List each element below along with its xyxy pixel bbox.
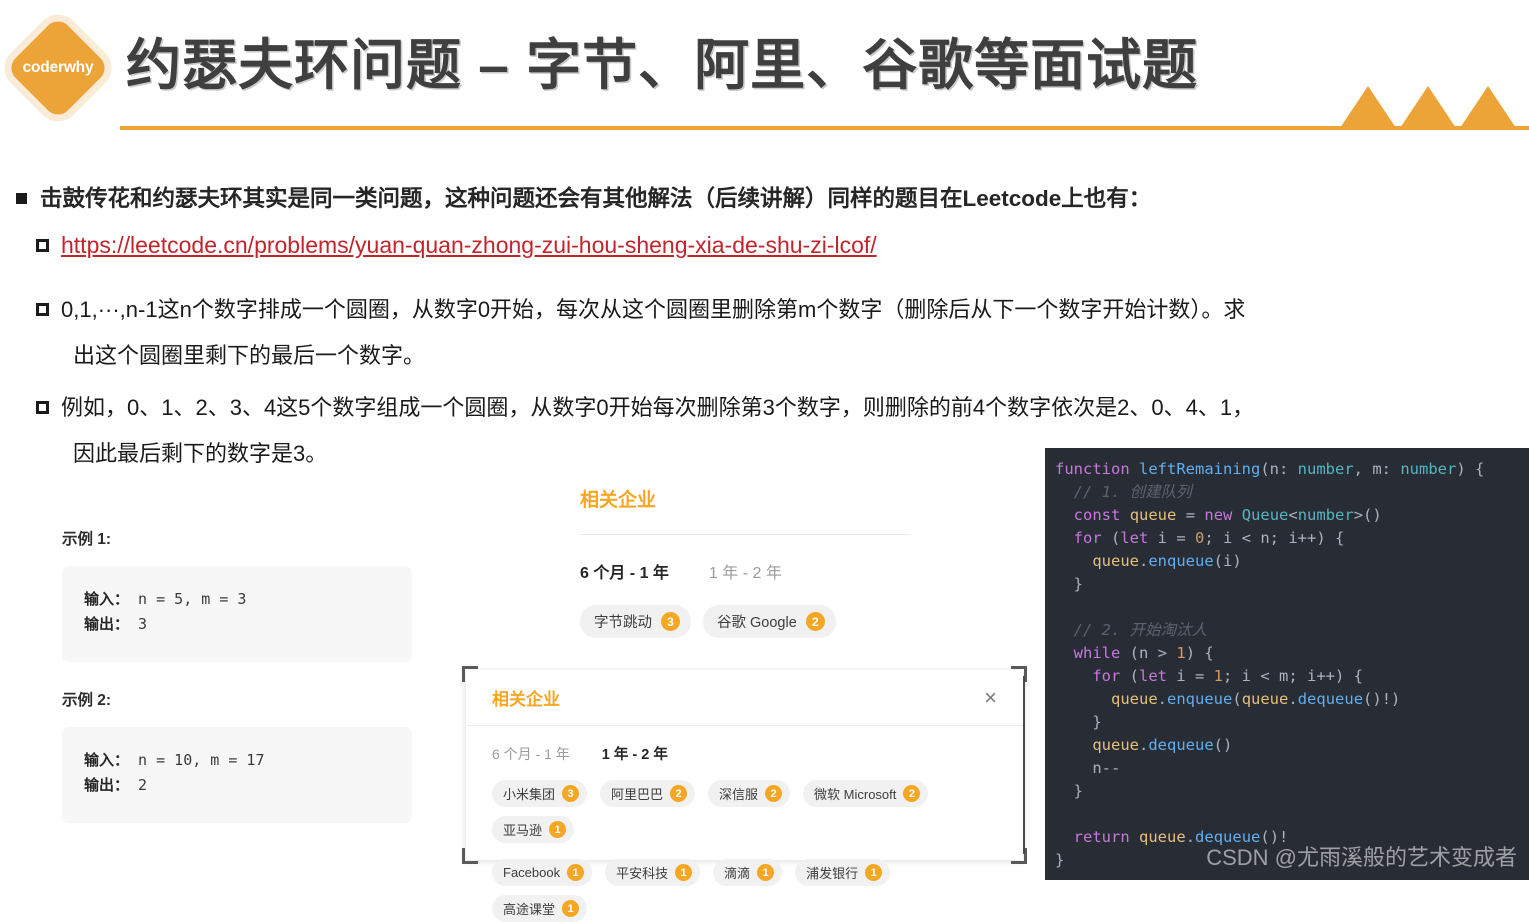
company-name: 字节跳动: [594, 615, 652, 631]
modal-company-tag-row-1: 小米集团 3 阿里巴巴 2 深信服 2 微软 Microsoft 2 亚马逊 1: [492, 780, 997, 843]
example-1-input-value: n = 5, m = 3: [129, 590, 247, 608]
corner-marker-bottom-left: [462, 848, 478, 864]
company-name: 滴滴: [724, 866, 751, 881]
coderwhy-logo: coderwhy: [5, 15, 111, 121]
example-2-output-label: 输出：: [84, 777, 130, 794]
modal-body: 6 个月 - 1 年 1 年 - 2 年 小米集团 3 阿里巴巴 2 深信服 2 微软…: [466, 726, 1023, 922]
modal-title: 相关企业: [492, 690, 560, 709]
company-count-badge: 1: [865, 864, 883, 881]
company-name: 平安科技: [616, 866, 669, 881]
page-title: 约瑟夫环问题 – 字节、阿里、谷歌等面试题: [126, 34, 1199, 96]
example-1-output-label: 输出：: [84, 616, 130, 633]
bullet-paragraph-1: 0,1,···,n-1这n个数字排成一个圆圈，从数字0开始，每次从这个圆圈里删除…: [36, 287, 1516, 379]
company-tag-list: 字节跳动 3 谷歌 Google 2: [580, 605, 910, 638]
company-tag[interactable]: 浦发银行 1: [795, 859, 891, 886]
company-tag[interactable]: 小米集团 3: [492, 780, 588, 807]
company-count-badge: 2: [670, 785, 688, 802]
company-name: Facebook: [503, 865, 561, 880]
example-1-output-value: 3: [129, 615, 148, 633]
hollow-square-bullet-icon: [36, 239, 49, 252]
square-bullet-icon: [16, 193, 27, 204]
company-tag[interactable]: 阿里巴巴 2: [600, 780, 696, 807]
company-name: 微软 Microsoft: [814, 787, 897, 802]
related-companies-modal: 相关企业 × 6 个月 - 1 年 1 年 - 2 年 小米集团 3 阿里巴巴 2 …: [462, 666, 1027, 922]
company-name: 阿里巴巴: [611, 787, 664, 802]
slide-header: coderwhy 约瑟夫环问题 – 字节、阿里、谷歌等面试题: [0, 0, 1529, 140]
company-count-badge: 3: [661, 612, 680, 631]
related-companies-panel: 相关企业 6 个月 - 1 年 1 年 - 2 年 字节跳动 3 谷歌 Googl…: [580, 485, 910, 638]
company-name: 谷歌 Google: [717, 615, 797, 631]
modal-experience-range-tabs: 6 个月 - 1 年 1 年 - 2 年: [492, 743, 997, 764]
company-tag[interactable]: 滴滴 1: [713, 859, 783, 886]
company-tag[interactable]: 微软 Microsoft 2: [803, 780, 929, 807]
paragraph-2-line-1: 例如，0、1、2、3、4这5个数字组成一个圆圈，从数字0开始每次删除第3个数字，…: [61, 395, 1255, 420]
company-tag[interactable]: 深信服 2: [708, 780, 791, 807]
example-2-output-value: 2: [129, 776, 148, 794]
company-name: 高途课堂: [503, 902, 556, 917]
tab-1y-2y[interactable]: 1 年 - 2 年: [709, 559, 782, 583]
mountains-decoration: [1310, 86, 1520, 128]
leetcode-examples: 示例 1: 输入： n = 5, m = 3 输出： 3 示例 2: 输入： n…: [62, 527, 412, 849]
company-name: 深信服: [719, 787, 759, 802]
example-1-input: 输入： n = 5, m = 3: [84, 587, 390, 612]
company-name: 小米集团: [503, 787, 556, 802]
company-count-badge: 1: [567, 864, 585, 881]
paragraph-1-line-2: 出这个圆圈里剩下的最后一个数字。: [73, 343, 426, 368]
paragraph-1-line-1: 0,1,···,n-1这n个数字排成一个圆圈，从数字0开始，每次从这个圆圈里删除…: [61, 297, 1246, 322]
company-count-badge: 2: [765, 785, 783, 802]
modal-right-edge: [1023, 676, 1025, 854]
company-count-badge: 1: [757, 864, 775, 881]
code-content: function leftRemaining(n: number, m: num…: [1055, 460, 1485, 869]
example-1-title: 示例 1:: [62, 531, 112, 548]
modal-header: 相关企业 ×: [466, 670, 1023, 726]
tab-6m-1y[interactable]: 6 个月 - 1 年: [580, 559, 669, 583]
example-1-box: 输入： n = 5, m = 3 输出： 3: [62, 566, 412, 662]
example-1-output: 输出： 3: [84, 612, 390, 637]
company-tag[interactable]: 谷歌 Google 2: [703, 605, 836, 638]
company-tag[interactable]: 字节跳动 3: [580, 605, 691, 638]
example-2-input: 输入： n = 10, m = 17: [84, 748, 390, 773]
hollow-square-bullet-icon: [36, 303, 49, 316]
bullet-link-row: https://leetcode.cn/problems/yuan-quan-z…: [36, 232, 877, 259]
company-tag[interactable]: 平安科技 1: [605, 859, 701, 886]
company-tag[interactable]: Facebook 1: [492, 859, 593, 886]
company-count-badge: 2: [903, 785, 921, 802]
company-tag[interactable]: 高途课堂 1: [492, 895, 588, 922]
company-count-badge: 2: [805, 612, 825, 631]
example-2-title: 示例 2:: [62, 692, 112, 709]
example-2-box: 输入： n = 10, m = 17 输出： 2: [62, 727, 412, 823]
company-count-badge: 3: [562, 785, 580, 802]
example-2-input-value: n = 10, m = 17: [129, 751, 265, 769]
experience-range-tabs: 6 个月 - 1 年 1 年 - 2 年: [580, 559, 910, 583]
modal-tab-1y-2y[interactable]: 1 年 - 2 年: [602, 743, 668, 764]
related-companies-title: 相关企业: [580, 490, 657, 511]
logo-label: coderwhy: [22, 59, 94, 76]
close-icon[interactable]: ×: [984, 686, 997, 709]
bullet-level1: 击鼓传花和约瑟夫环其实是同一类问题，这种问题还会有其他解法（后续讲解）同样的题目…: [16, 181, 1151, 213]
panel-divider: [580, 534, 910, 535]
company-count-badge: 1: [562, 900, 580, 917]
example-2-input-label: 输入：: [84, 752, 130, 769]
company-count-badge: 1: [549, 821, 567, 838]
example-1-input-label: 输入：: [84, 591, 130, 608]
company-tag[interactable]: 亚马逊 1: [492, 816, 575, 843]
company-name: 亚马逊: [503, 823, 543, 838]
bullet-level1-text: 击鼓传花和约瑟夫环其实是同一类问题，这种问题还会有其他解法（后续讲解）同样的题目…: [40, 186, 1152, 211]
company-name: 浦发银行: [806, 866, 859, 881]
code-editor-panel: function leftRemaining(n: number, m: num…: [1045, 448, 1529, 880]
modal-company-tag-row-2: Facebook 1 平安科技 1 滴滴 1 浦发银行 1 高途课堂 1: [492, 859, 997, 922]
csdn-watermark: CSDN @尤雨溪般的艺术变成者: [1206, 845, 1517, 870]
modal-tab-6m-1y[interactable]: 6 个月 - 1 年: [492, 744, 570, 764]
company-count-badge: 1: [675, 864, 693, 881]
hollow-square-bullet-icon: [36, 401, 49, 414]
leetcode-link[interactable]: https://leetcode.cn/problems/yuan-quan-z…: [61, 232, 877, 258]
example-2-output: 输出： 2: [84, 773, 390, 798]
